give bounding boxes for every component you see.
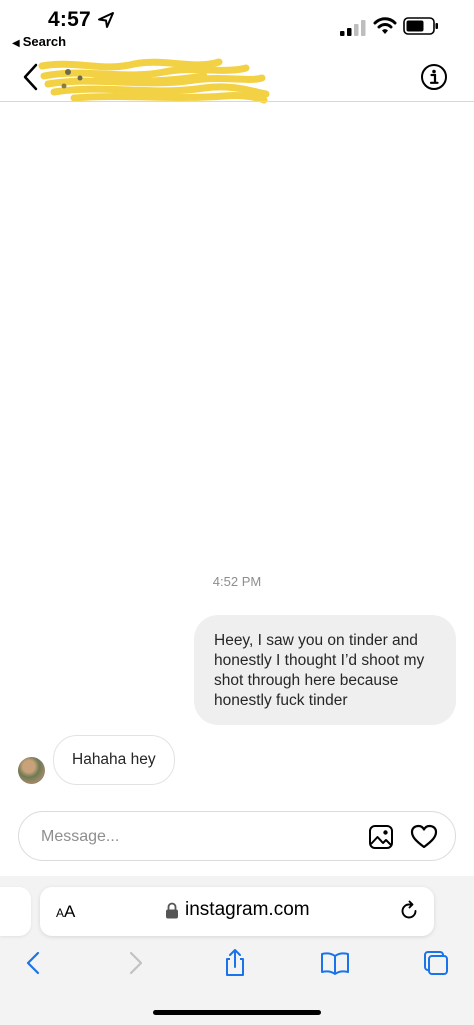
forward-nav-icon[interactable] <box>120 948 150 978</box>
heart-icon[interactable] <box>410 823 438 851</box>
received-message-bubble[interactable]: Hahaha hey <box>53 735 175 785</box>
status-time: 4:57 <box>48 8 91 31</box>
share-icon[interactable] <box>220 948 250 978</box>
message-input[interactable] <box>39 824 343 850</box>
avatar[interactable] <box>18 757 45 784</box>
previous-tab-peek[interactable] <box>0 887 31 936</box>
signal-icon <box>340 20 366 36</box>
address-bar[interactable]: AA instagram.com <box>40 887 434 936</box>
back-nav-icon[interactable] <box>20 948 50 978</box>
lock-icon <box>166 902 178 919</box>
text-size-large-label: A <box>64 902 76 921</box>
info-icon[interactable] <box>420 63 448 91</box>
reload-icon[interactable] <box>398 900 420 922</box>
text-size-small-label: A <box>56 906 65 920</box>
back-triangle-icon: ◀ <box>12 38 20 49</box>
location-arrow-icon <box>98 12 114 28</box>
redacted-contact-name <box>38 58 270 104</box>
message-timestamp: 4:52 PM <box>212 574 262 589</box>
back-to-app-link[interactable]: ◀ Search <box>12 34 66 49</box>
battery-icon <box>403 17 438 35</box>
home-indicator <box>153 1010 321 1015</box>
gallery-icon[interactable] <box>368 824 394 850</box>
tabs-icon[interactable] <box>421 948 451 978</box>
sent-message-bubble[interactable]: Heey, I saw you on tinder and honestly I… <box>194 615 456 725</box>
url-text: instagram.com <box>185 899 310 920</box>
text-size-button[interactable]: AA <box>56 902 75 922</box>
back-to-app-label: Search <box>22 34 67 49</box>
wifi-icon <box>373 17 397 34</box>
message-composer <box>18 811 456 861</box>
header-divider <box>0 101 474 102</box>
bookmarks-icon[interactable] <box>320 948 350 978</box>
